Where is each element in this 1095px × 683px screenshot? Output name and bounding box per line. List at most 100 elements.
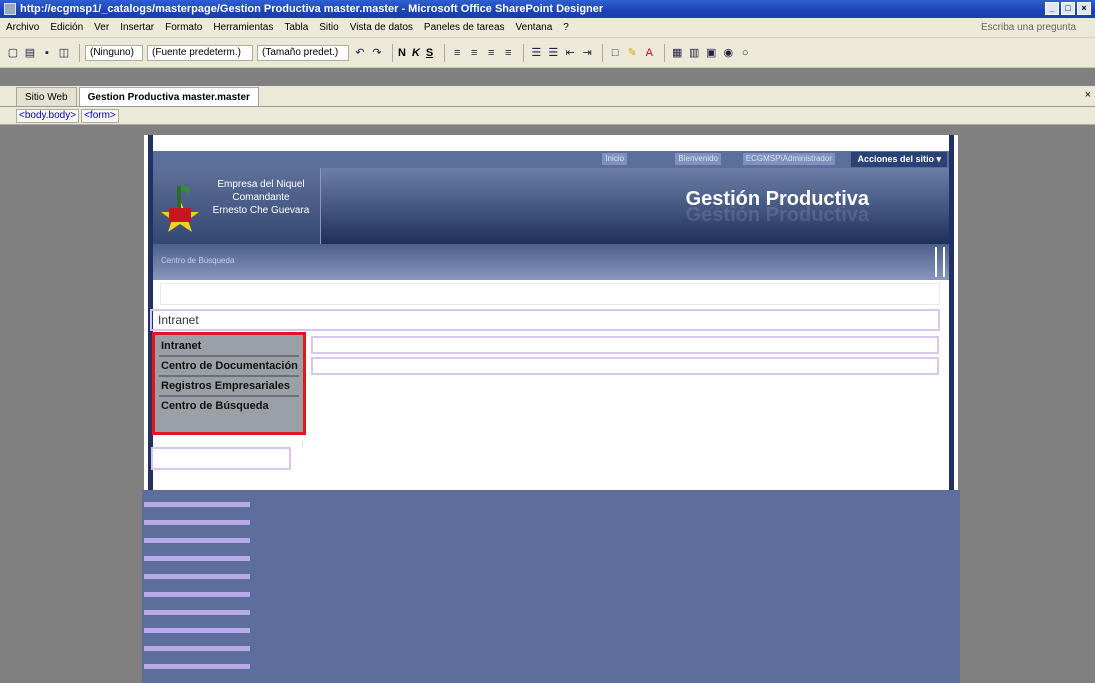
- logo-area: Empresa del Niquel Comandante Ernesto Ch…: [153, 168, 321, 244]
- menu-archivo[interactable]: Archivo: [6, 22, 39, 33]
- document-tabs: Sitio Web Gestion Productiva master.mast…: [0, 86, 1095, 107]
- menu-sitio[interactable]: Sitio: [319, 22, 338, 33]
- new-page-icon[interactable]: ▢: [6, 46, 20, 60]
- menu-ver[interactable]: Ver: [94, 22, 109, 33]
- welcome-menu[interactable]: Bienvenido: [675, 153, 721, 165]
- toolbar-separator: [444, 43, 446, 62]
- placeholder-zone[interactable]: [160, 283, 940, 305]
- table-icon[interactable]: ▦: [670, 46, 684, 60]
- justify-icon[interactable]: ≡: [501, 46, 515, 60]
- layer-icon[interactable]: ▥: [687, 46, 701, 60]
- minimize-button[interactable]: _: [1045, 2, 1059, 15]
- quicklaunch-item-intranet[interactable]: Intranet: [159, 337, 299, 357]
- menu-bar: Archivo Edición Ver Insertar Formato Her…: [0, 18, 1095, 38]
- global-nav-bar: Inicio Bienvenido ECGMSP\Administrador A…: [153, 151, 949, 168]
- tab-master-page[interactable]: Gestion Productiva master.master: [78, 87, 259, 106]
- quicklaunch-item-documentacion[interactable]: Centro de Documentación: [159, 357, 299, 377]
- site-actions-button[interactable]: Acciones del sitio ▾: [851, 152, 947, 167]
- footer-placeholder[interactable]: [144, 520, 250, 525]
- align-right-icon[interactable]: ≡: [484, 46, 498, 60]
- menu-ayuda[interactable]: ?: [563, 22, 569, 33]
- toolbar-separator: [79, 43, 80, 62]
- options-icon[interactable]: ○: [738, 46, 752, 60]
- save-icon[interactable]: ▪: [40, 46, 54, 60]
- font-select[interactable]: (Fuente predeterm.): [147, 44, 253, 61]
- preview-icon[interactable]: ◫: [57, 46, 71, 60]
- footer-placeholder[interactable]: [144, 538, 250, 543]
- style-select[interactable]: (Ninguno): [85, 44, 143, 61]
- organization-name: Empresa del Niquel Comandante Ernesto Ch…: [205, 178, 317, 217]
- footer-placeholder[interactable]: [144, 664, 250, 669]
- borders-icon[interactable]: □: [608, 46, 622, 60]
- tab-label: Sitio Web: [25, 91, 68, 103]
- increase-indent-icon[interactable]: ⇥: [580, 46, 594, 60]
- open-folder-icon[interactable]: ▤: [23, 46, 37, 60]
- org-line: Ernesto Che Guevara: [212, 205, 310, 216]
- tag-body[interactable]: <body.body>: [16, 108, 80, 123]
- footer-placeholder[interactable]: [144, 556, 250, 561]
- menu-vista-de-datos[interactable]: Vista de datos: [350, 22, 413, 33]
- decrease-indent-icon[interactable]: ⇤: [563, 46, 577, 60]
- footer-placeholder[interactable]: [144, 574, 250, 579]
- search-center-link[interactable]: Centro de Búsqueda: [161, 256, 234, 265]
- align-left-icon[interactable]: ≡: [450, 46, 464, 60]
- site-banner: Empresa del Niquel Comandante Ernesto Ch…: [153, 168, 949, 244]
- org-line: Comandante: [232, 192, 290, 203]
- menu-insertar[interactable]: Insertar: [120, 22, 154, 33]
- close-tab-icon[interactable]: ×: [1085, 89, 1091, 101]
- window-title: http://ecgmsp1/_catalogs/masterpage/Gest…: [20, 3, 604, 15]
- toolbar-separator: [664, 43, 666, 62]
- menu-edicion[interactable]: Edición: [50, 22, 83, 33]
- font-color-icon[interactable]: A: [642, 46, 656, 60]
- placeholder-zone[interactable]: [151, 447, 291, 470]
- toolbar-separator: [602, 43, 604, 62]
- footer-placeholder[interactable]: [144, 502, 250, 507]
- menu-tabla[interactable]: Tabla: [284, 22, 308, 33]
- design-canvas[interactable]: Inicio Bienvenido ECGMSP\Administrador A…: [0, 125, 1095, 683]
- maximize-button[interactable]: □: [1061, 2, 1075, 15]
- menu-herramientas[interactable]: Herramientas: [213, 22, 273, 33]
- undo-icon[interactable]: ↶: [353, 46, 367, 60]
- top-link-bar: Centro de Búsqueda: [153, 244, 949, 280]
- ask-question-input[interactable]: Escriba una pregunta: [981, 22, 1081, 33]
- footer-placeholder[interactable]: [144, 646, 250, 651]
- menu-paneles-de-tareas[interactable]: Paneles de tareas: [424, 22, 505, 33]
- menu-formato[interactable]: Formato: [165, 22, 202, 33]
- align-center-icon[interactable]: ≡: [467, 46, 481, 60]
- content-placeholder-zone[interactable]: [311, 357, 939, 375]
- user-menu[interactable]: ECGMSP\Administrador: [742, 153, 835, 165]
- footer-column: [142, 490, 252, 683]
- window-controls: _ □ ×: [1045, 2, 1091, 15]
- tab-sitio-web[interactable]: Sitio Web: [16, 87, 77, 106]
- bold-button[interactable]: N: [398, 47, 406, 59]
- bar-end-cap: [935, 247, 945, 277]
- footer-placeholder[interactable]: [144, 628, 250, 633]
- quicklaunch-item-busqueda[interactable]: Centro de Búsqueda: [159, 397, 299, 417]
- redo-icon[interactable]: ↷: [370, 46, 384, 60]
- menu-ventana[interactable]: Ventana: [516, 22, 553, 33]
- web-component-icon[interactable]: ◉: [721, 46, 735, 60]
- italic-button[interactable]: K: [412, 47, 420, 59]
- footer-placeholder[interactable]: [144, 592, 250, 597]
- close-button[interactable]: ×: [1077, 2, 1091, 15]
- home-link[interactable]: Inicio: [602, 153, 627, 165]
- content-placeholder-zone[interactable]: [311, 336, 939, 354]
- quicklaunch-item-registros[interactable]: Registros Empresariales: [159, 377, 299, 397]
- quick-launch-menu: Intranet Centro de Documentación Registr…: [152, 332, 306, 435]
- toolbar-separator: [523, 43, 525, 62]
- tag-form[interactable]: <form>: [81, 108, 119, 123]
- bulleted-list-icon[interactable]: ☰: [546, 46, 560, 60]
- numbered-list-icon[interactable]: ☰: [529, 46, 543, 60]
- org-line: Empresa del Niquel: [217, 179, 305, 190]
- toolbar-separator: [392, 43, 393, 62]
- company-logo-icon: [161, 185, 199, 232]
- picture-icon[interactable]: ▣: [704, 46, 718, 60]
- site-title: Gestión Productiva: [685, 188, 869, 210]
- underline-button[interactable]: S: [426, 47, 433, 59]
- size-select[interactable]: (Tamaño predet.): [257, 44, 349, 61]
- breadcrumb[interactable]: Intranet: [150, 309, 940, 331]
- window-title-bar: http://ecgmsp1/_catalogs/masterpage/Gest…: [0, 0, 1095, 18]
- footer-placeholder[interactable]: [144, 610, 250, 615]
- formatting-toolbar: ▢ ▤ ▪ ◫ (Ninguno) (Fuente predeterm.) (T…: [0, 38, 1095, 68]
- highlight-icon[interactable]: ✎: [625, 46, 639, 60]
